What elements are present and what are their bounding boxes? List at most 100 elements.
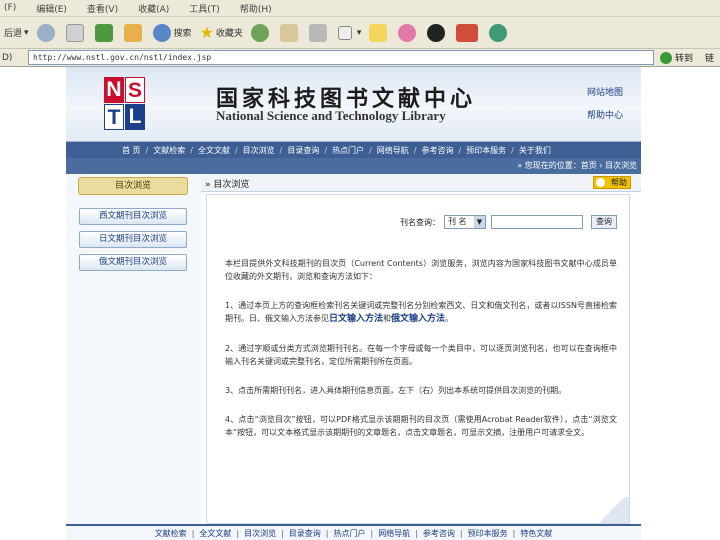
left-margin (0, 67, 66, 540)
menu-file[interactable]: (F) (4, 3, 16, 13)
back-label: 后退 (4, 29, 23, 39)
footer-item-fulltext[interactable]: 全文文献 (199, 528, 231, 539)
help-center-link[interactable]: 帮助中心 (587, 108, 623, 121)
history-button[interactable] (250, 23, 272, 42)
discuss-button[interactable] (369, 23, 390, 42)
messenger-button[interactable] (489, 23, 510, 42)
sidebar-current-section[interactable]: 目次浏览 (78, 177, 188, 195)
forward-button[interactable] (36, 23, 58, 42)
nav-item-search[interactable]: 文献检索 (153, 145, 185, 156)
sidebar-item-russian[interactable]: 俄文期刊目次浏览 (79, 254, 187, 271)
search-toolbar-label: 搜索 (173, 29, 192, 39)
help-label: 帮助 (611, 178, 627, 187)
back-button[interactable]: 后退 ▾ (4, 26, 29, 40)
help-button[interactable]: 帮助 (593, 176, 631, 189)
flower-button[interactable] (398, 23, 419, 42)
home-icon (123, 23, 142, 42)
logo-letter-t: T (104, 104, 124, 130)
search-toolbar-button[interactable]: 搜索 (152, 23, 192, 42)
footer-item-search[interactable]: 文献检索 (155, 528, 187, 539)
flower-icon (398, 23, 417, 42)
site-title-en: National Science and Technology Library (216, 108, 446, 123)
russian-input-link[interactable]: 俄文输入方法 (391, 314, 445, 324)
footer-item-preprint[interactable]: 预印本服务 (468, 528, 508, 539)
menu-help[interactable]: 帮助(H) (240, 2, 272, 15)
plugin-button[interactable] (456, 23, 481, 42)
breadcrumb[interactable]: » 您现在的位置：首页 › 目次浏览 (517, 160, 637, 171)
refresh-button[interactable] (94, 23, 116, 42)
nav-item-home[interactable]: 首 页 (122, 145, 141, 156)
nav-item-reference[interactable]: 参考咨询 (421, 145, 453, 156)
stop-button[interactable] (65, 23, 87, 42)
chevron-down-icon: ▼ (474, 216, 485, 228)
search-field-select[interactable]: 刊 名 ▼ (444, 215, 486, 229)
nav-item-catalog[interactable]: 目录查询 (287, 145, 319, 156)
step-3-paragraph: 3、点击所需期刊刊名，进入具体期刊信息页面，左下（右）列出本系统可提供目次浏览的… (225, 386, 567, 395)
nav-item-contents[interactable]: 目次浏览 (243, 145, 275, 156)
forward-arrow-icon (36, 23, 55, 42)
links-label[interactable]: 链 (705, 51, 714, 64)
favorites-button[interactable]: ★ 收藏夹 (200, 23, 243, 42)
print-button[interactable] (308, 23, 330, 42)
menu-tools[interactable]: 工具(T) (189, 2, 220, 15)
step-2-paragraph: 2、通过字顺或分类方式浏览期刊刊名。在每一个字母或每一个类目中，可以逐页浏览刊名… (225, 344, 617, 366)
browser-toolbar: 后退 ▾ 搜索 ★ 收藏夹 ▾ (0, 17, 720, 49)
journal-search: 刊名查询： 刊 名 ▼ 查询 (400, 215, 617, 229)
mail-button[interactable] (279, 23, 301, 42)
footer-item-webnav[interactable]: 网络导航 (378, 528, 410, 539)
nav-item-webnav[interactable]: 网络导航 (377, 145, 409, 156)
logo-letter-l: L (125, 104, 145, 130)
breadcrumb-bar: » 您现在的位置：首页 › 目次浏览 (66, 158, 641, 174)
nstl-logo[interactable]: N S T L (104, 77, 146, 131)
help-icon (596, 178, 605, 187)
star-icon: ★ (199, 23, 214, 42)
step-4-paragraph: 4、点击“浏览目次”按钮，可以PDF格式显示该期期刊的目次页（需使用Acroba… (225, 415, 617, 437)
intro-paragraph: 本栏目提供外文科技期刊的目次页（Current Contents）浏览服务，浏览… (225, 259, 617, 281)
nav-item-about[interactable]: 关于我们 (519, 145, 551, 156)
go-label: 转到 (675, 54, 694, 64)
japanese-input-link[interactable]: 日文输入方法 (329, 314, 383, 324)
footer-item-reference[interactable]: 参考咨询 (423, 528, 455, 539)
penguin-icon (427, 23, 446, 42)
menu-view[interactable]: 查看(V) (87, 2, 118, 15)
search-button[interactable]: 查询 (591, 215, 617, 229)
web-page: N S T L 国家科技图书文献中心 National Science and … (66, 67, 641, 540)
left-sidebar: 目次浏览 西文期刊目次浏览 日文期刊目次浏览 俄文期刊目次浏览 (66, 174, 201, 540)
stop-icon (65, 23, 84, 42)
sitemap-link[interactable]: 网站地图 (587, 85, 623, 98)
search-input[interactable] (491, 215, 583, 229)
edit-button[interactable]: ▾ (337, 25, 361, 40)
home-button[interactable] (123, 23, 145, 42)
step-1-and: 和 (383, 314, 392, 323)
search-select-value: 刊 名 (448, 217, 467, 226)
browser-menubar: (F) 编辑(E) 查看(V) 收藏(A) 工具(T) 帮助(H) (0, 0, 720, 17)
address-bar: D) http://www.nstl.gov.cn/nstl/index.jsp… (0, 49, 720, 67)
logo-letter-s: S (125, 77, 145, 103)
go-arrow-icon (660, 51, 672, 64)
header-links: 网站地图 帮助中心 (587, 85, 623, 131)
sidebar-item-western[interactable]: 西文期刊目次浏览 (79, 208, 187, 225)
step-1-end: 。 (445, 314, 454, 323)
nav-item-portal[interactable]: 热点门户 (332, 145, 364, 156)
address-input[interactable]: http://www.nstl.gov.cn/nstl/index.jsp (28, 50, 654, 65)
sidebar-item-japanese[interactable]: 日文期刊目次浏览 (79, 231, 187, 248)
menu-edit[interactable]: 编辑(E) (36, 2, 67, 15)
footer-nav: 文献检索 | 全文文献 | 目次浏览 | 目录查询 | 热点门户 | 网络导航 | 参考咨询… (66, 526, 641, 540)
content-panel: 刊名查询： 刊 名 ▼ 查询 本栏目提供外文科技期刊的目次页（Current C… (206, 194, 630, 524)
favorites-label: 收藏夹 (215, 29, 243, 39)
messenger-icon (489, 23, 508, 42)
search-icon (152, 23, 171, 42)
footer-item-portal[interactable]: 热点门户 (334, 528, 366, 539)
footer-item-contents[interactable]: 目次浏览 (244, 528, 276, 539)
main-nav: 首 页 / 文献检索 / 全文文献 / 目次浏览 / 目录查询 / 热点门户 / 网络导航 /… (66, 142, 641, 158)
menu-favorites[interactable]: 收藏(A) (138, 2, 169, 15)
right-margin (641, 67, 720, 540)
footer-item-special[interactable]: 特色文献 (520, 528, 552, 539)
footer-item-catalog[interactable]: 目录查询 (289, 528, 321, 539)
qq-button[interactable] (427, 23, 448, 42)
nav-item-fulltext[interactable]: 全文文献 (198, 145, 230, 156)
step-1-paragraph: 1、通过本页上方的查询框检索刊名关键词或完整刊名分别检索西文、日文和俄文刊名，或… (225, 299, 617, 326)
printer-icon (308, 23, 327, 42)
nav-item-preprint[interactable]: 预印本服务 (466, 145, 506, 156)
go-button[interactable]: 转到 (660, 51, 693, 64)
